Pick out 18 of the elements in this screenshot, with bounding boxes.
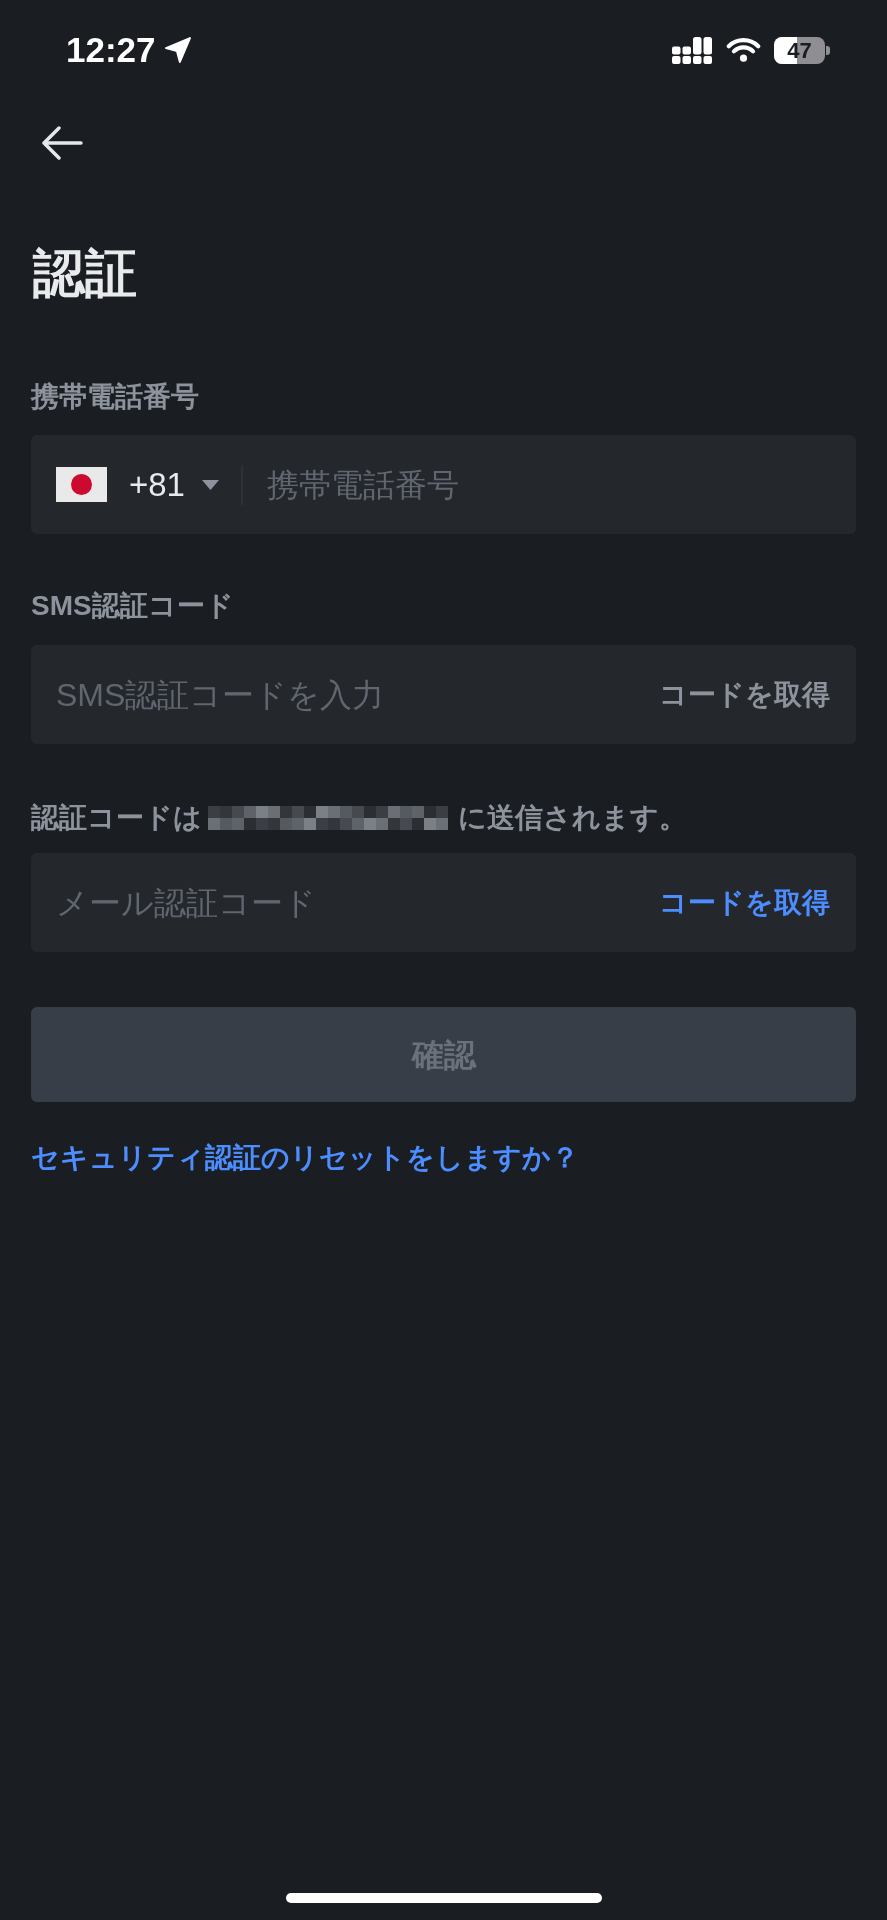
field-label: SMS認証コード [31,589,234,623]
caret-down-icon [202,479,219,490]
clock-time: 12:27 [66,30,156,70]
page-title: 認証 [33,243,137,303]
flag-icon [56,467,107,502]
signal-icon [672,36,712,64]
wifi-icon [726,38,761,62]
field-label: 携帯電話番号 [31,380,199,414]
email-notice-text: に送信されます。 [458,801,687,835]
email-notice-text: 認証コードは [31,801,202,835]
email-code-field[interactable]: メール認証コード コードを取得 [31,853,856,952]
country-code-button[interactable]: +81 [56,464,219,505]
phone-number-field[interactable]: +81 携帯電話番号 [31,435,856,534]
get-code-button[interactable]: コードを取得 [659,884,830,921]
location-arrow-icon [164,37,191,63]
back-button[interactable] [41,126,83,160]
reset-security-link[interactable]: セキュリティ認証のリセットをしますか？ [31,1140,579,1176]
back-arrow-icon [41,126,83,160]
